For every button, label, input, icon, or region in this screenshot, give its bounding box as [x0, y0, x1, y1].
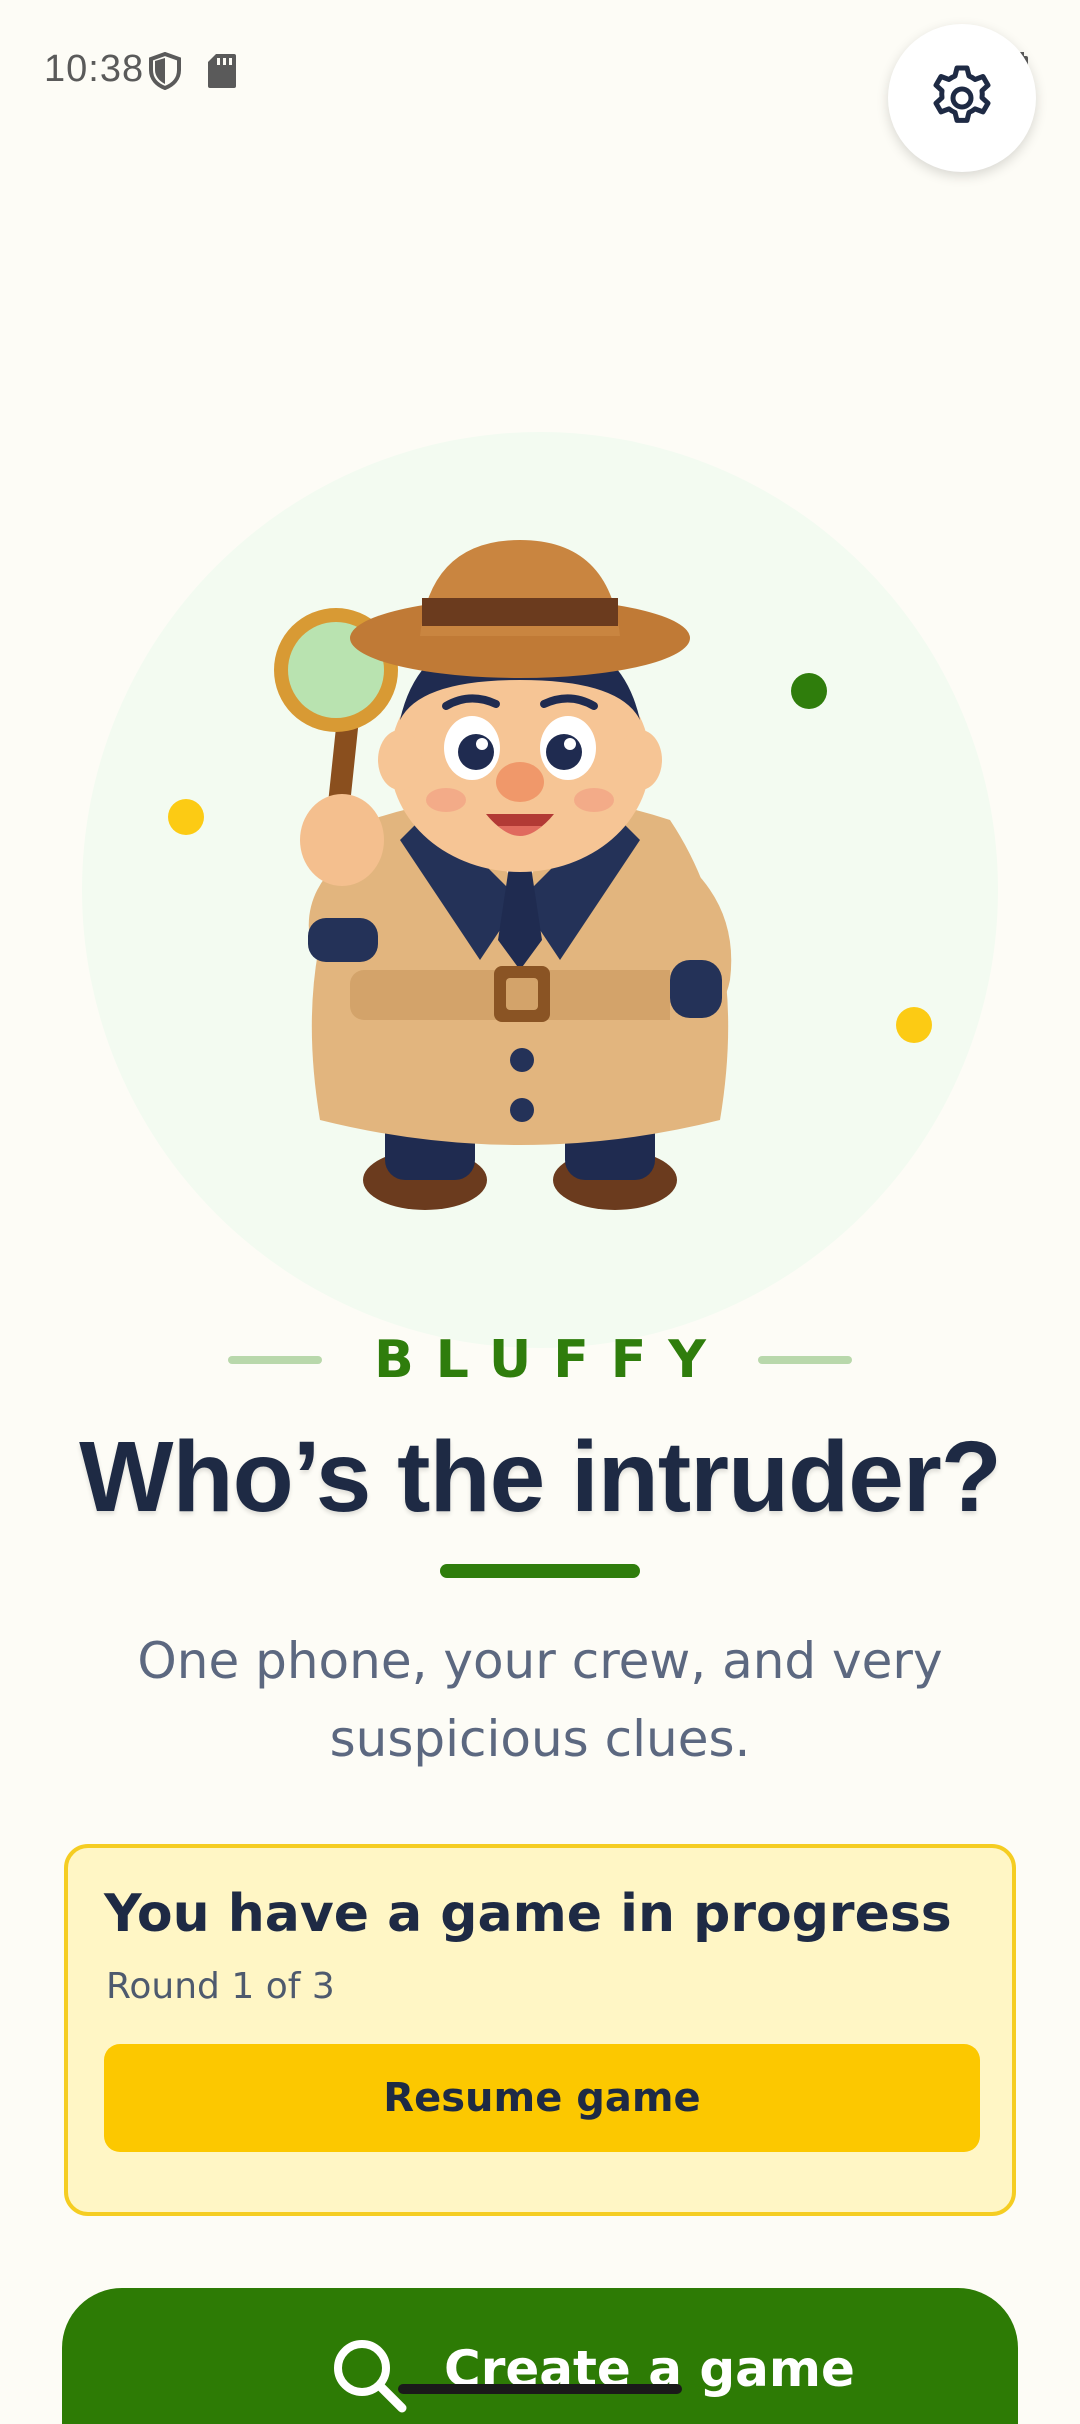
resume-game-button[interactable]: Resume game [104, 2044, 980, 2152]
home-indicator[interactable] [398, 2384, 682, 2394]
brand-divider [228, 1356, 323, 1364]
home-screen: 10:38 BLUFFY Who’s the intruder? One pho… [0, 0, 1080, 2424]
brand-name: BLUFFY [374, 1330, 728, 1390]
decor-dot [168, 799, 204, 835]
game-in-progress-card: You have a game in progress Round 1 of 3… [64, 1844, 1016, 2216]
decor-dot [791, 673, 827, 709]
sd-card-icon [208, 54, 236, 88]
progress-card-title: You have a game in progress [104, 1884, 952, 1944]
status-time: 10:38 [44, 48, 145, 90]
settings-button[interactable] [888, 24, 1036, 172]
shield-icon [149, 52, 181, 90]
title-underline [440, 1564, 640, 1578]
search-icon [334, 2340, 407, 2413]
detective-mascot-illustration [274, 540, 732, 1210]
tagline: One phone, your crew, and very suspiciou… [137, 1632, 943, 1768]
create-game-button[interactable]: Create a game [62, 2288, 1018, 2424]
brand-divider [757, 1356, 852, 1364]
round-indicator: Round 1 of 3 [106, 1966, 335, 2007]
page-title: Who’s the intruder? [79, 1421, 1002, 1533]
gear-icon [933, 65, 991, 123]
brand-row: BLUFFY [0, 1320, 1080, 1400]
decor-dot [896, 1007, 932, 1043]
